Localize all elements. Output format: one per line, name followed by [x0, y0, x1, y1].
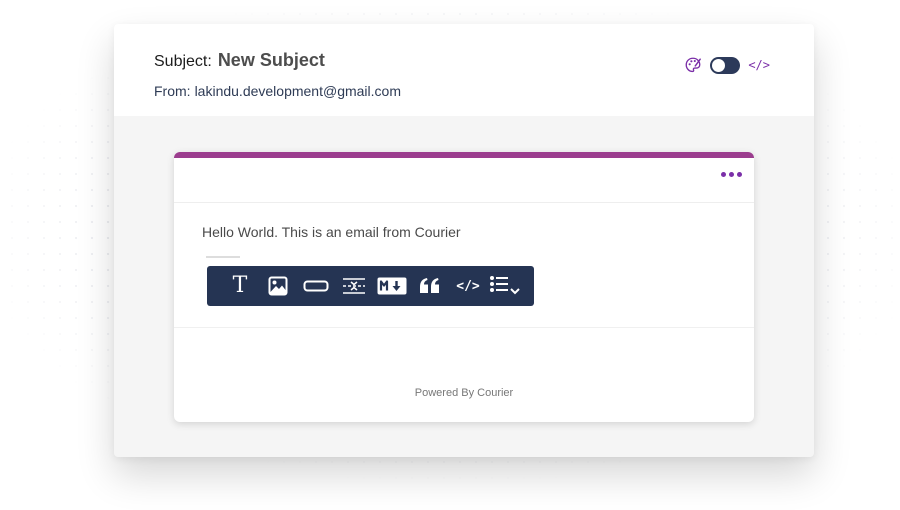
quote-icon: [420, 278, 439, 293]
markdown-icon: [377, 277, 407, 295]
email-card: Hello World. This is an email from Couri…: [174, 152, 754, 422]
subject-value[interactable]: New Subject: [218, 50, 325, 71]
powered-by-label: Powered By Courier: [414, 387, 514, 399]
insert-indicator: [206, 256, 240, 258]
quote-block-button[interactable]: [411, 266, 449, 306]
from-value: lakindu.development@gmail.com: [194, 83, 401, 99]
header-tools: </>: [684, 56, 770, 74]
from-row: From: lakindu.development@gmail.com: [154, 83, 401, 99]
button-icon: [303, 280, 329, 292]
list-icon: [490, 276, 520, 295]
dot: [729, 172, 734, 177]
divider-icon: [343, 278, 365, 294]
code-icon: </>: [456, 278, 480, 294]
code-view-toggle[interactable]: </>: [748, 58, 770, 72]
html-block-button[interactable]: </>: [449, 266, 487, 306]
subject-label: Subject:: [154, 53, 212, 70]
more-options-icon[interactable]: [721, 172, 742, 177]
body-text-block[interactable]: Hello World. This is an email from Couri…: [202, 224, 461, 240]
image-icon: [268, 276, 288, 296]
footer-divider: [174, 327, 754, 328]
image-block-button[interactable]: [259, 266, 297, 306]
from-label: From:: [154, 83, 191, 99]
list-block-button[interactable]: [487, 266, 525, 306]
markdown-block-button[interactable]: [373, 266, 411, 306]
email-header: Subject: New Subject From: lakindu.devel…: [114, 24, 814, 116]
subject-row[interactable]: Subject: New Subject: [154, 50, 325, 71]
card-header: [174, 158, 754, 203]
dot: [721, 172, 726, 177]
toggle-knob: [712, 58, 726, 72]
block-toolbar: T </>: [207, 266, 534, 306]
text-icon: T: [232, 273, 248, 298]
action-block-button[interactable]: [297, 266, 335, 306]
palette-icon[interactable]: [684, 56, 702, 74]
text-block-button[interactable]: T: [221, 266, 259, 306]
preview-toggle[interactable]: [710, 56, 741, 74]
email-editor: Subject: New Subject From: lakindu.devel…: [114, 24, 814, 457]
dot: [737, 172, 742, 177]
divider-block-button[interactable]: [335, 266, 373, 306]
